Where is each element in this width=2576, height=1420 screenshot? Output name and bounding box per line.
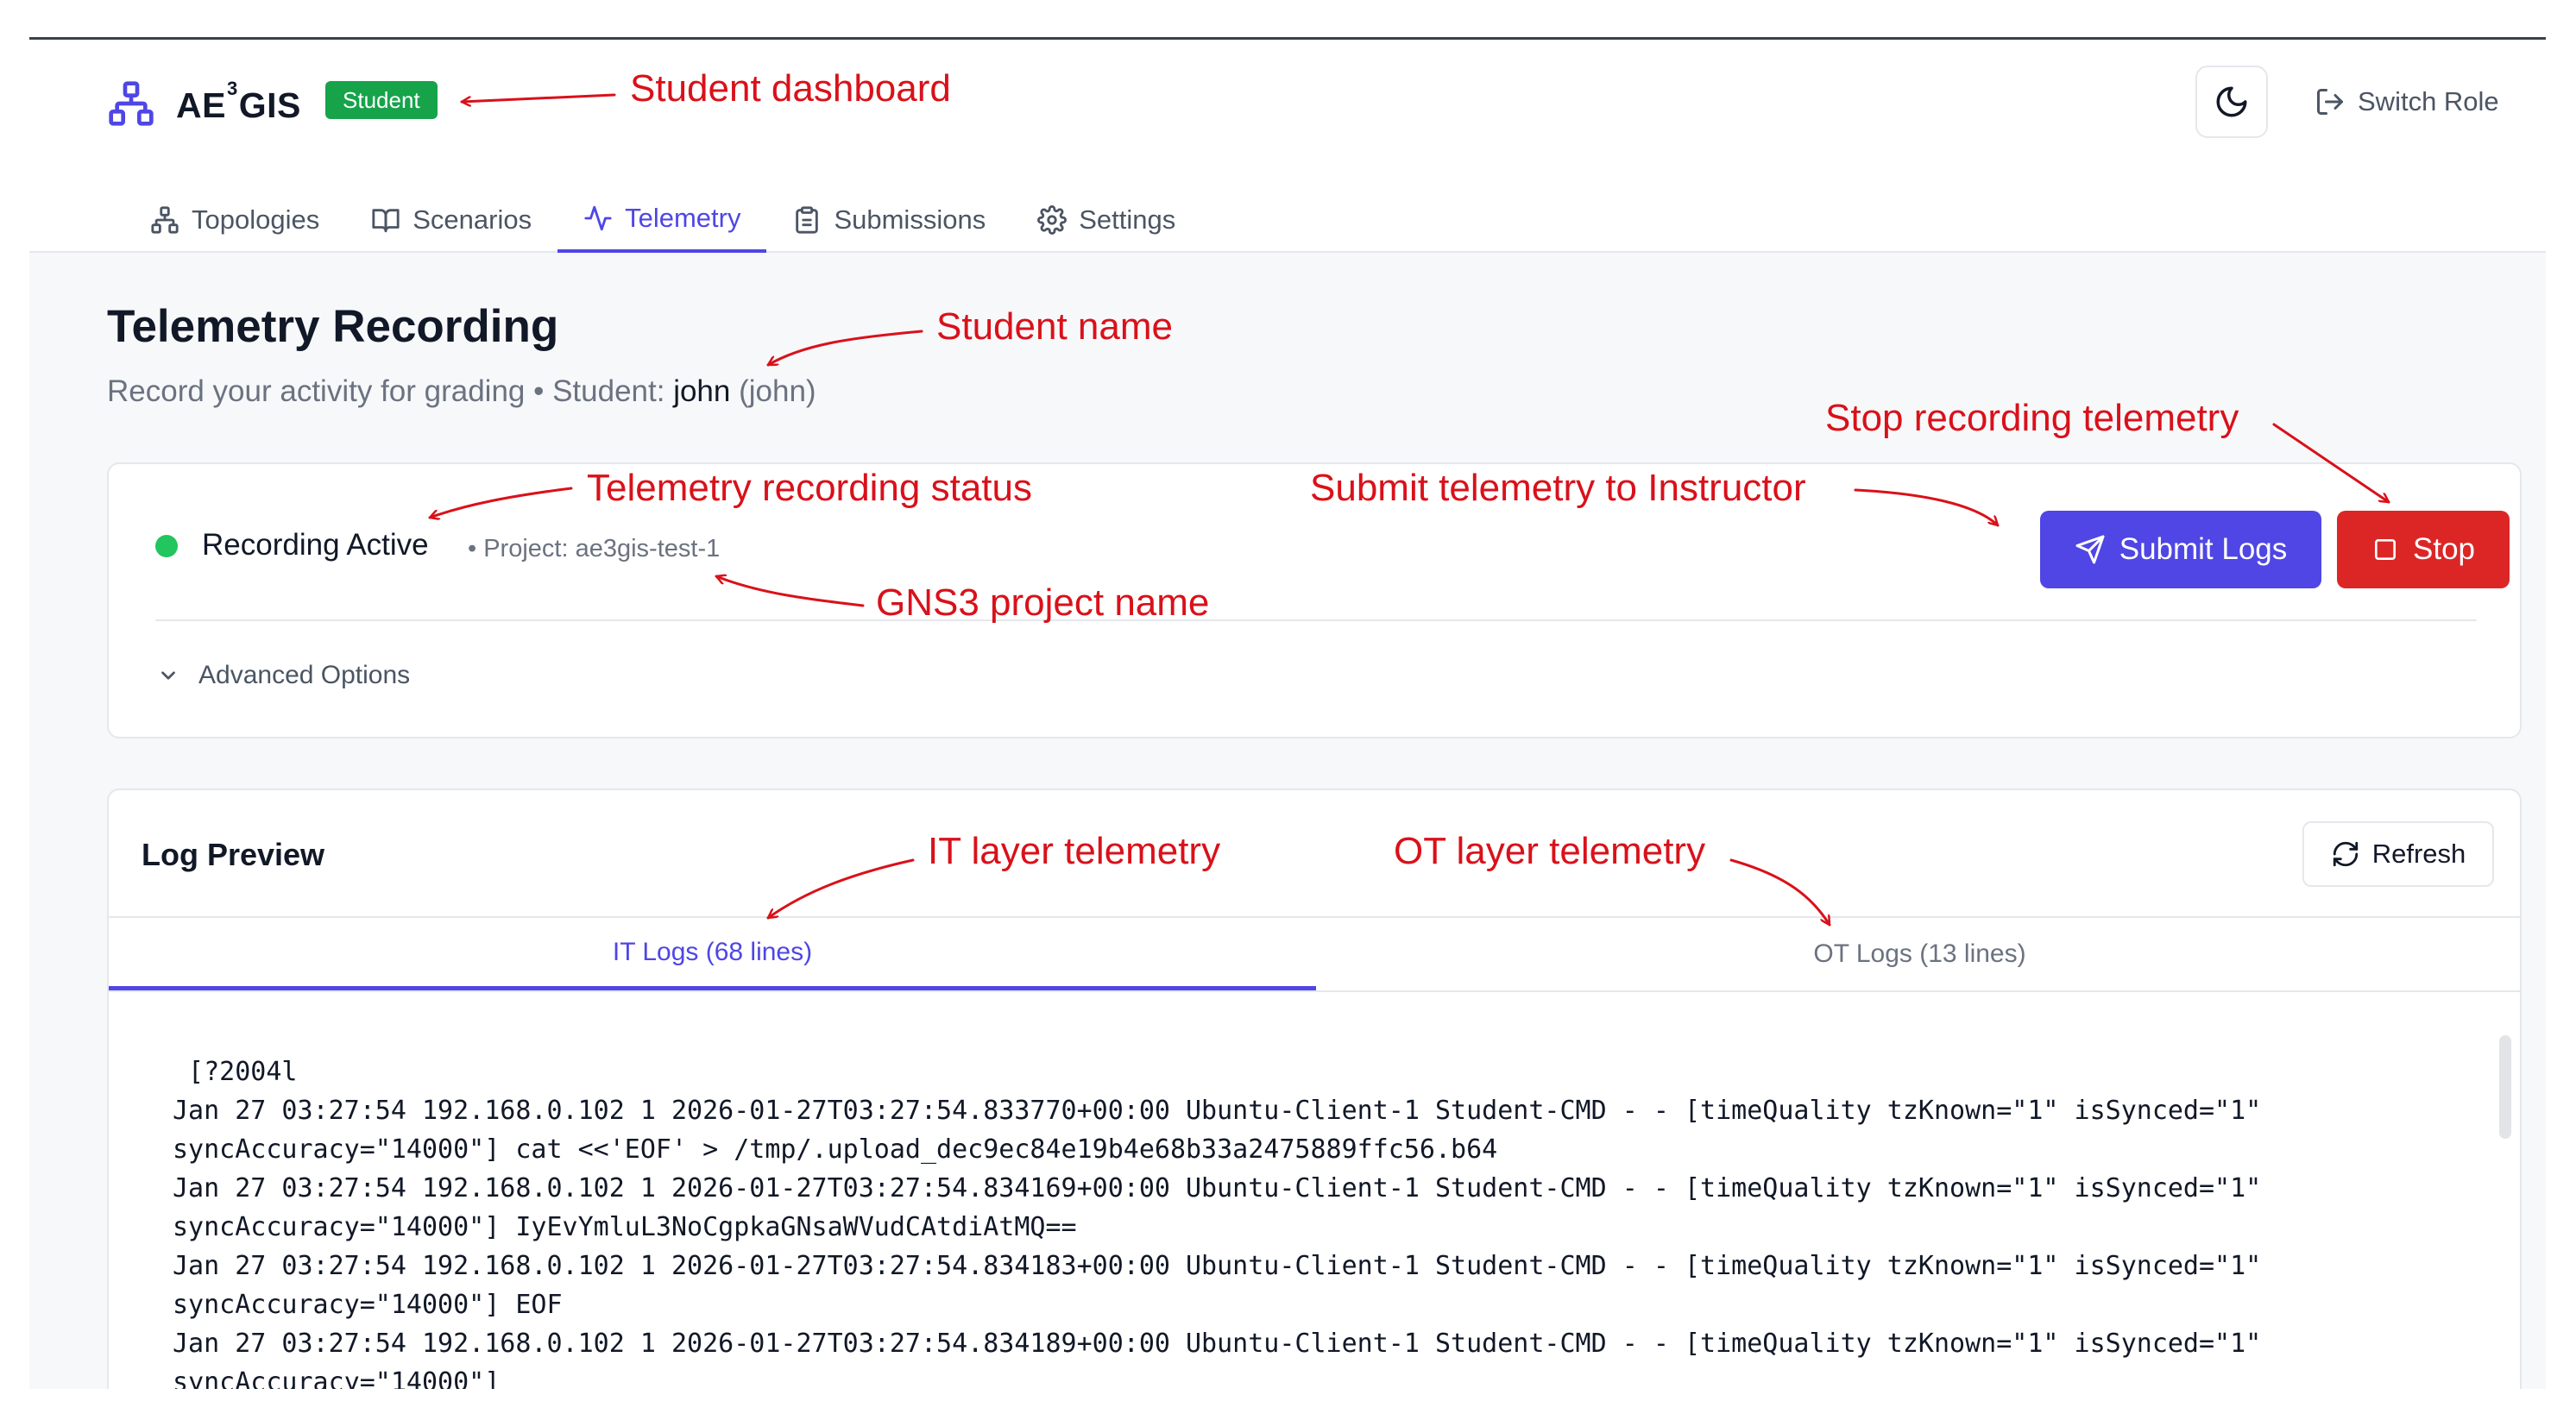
arrow-gns3-project	[716, 576, 865, 607]
arrow-student-name	[768, 330, 923, 367]
arrow-recording-status	[430, 487, 573, 518]
arrow-it-layer	[768, 858, 915, 918]
arrow-ot-layer	[1729, 858, 1831, 925]
annotation-student-name: Student name	[936, 305, 1173, 348]
annotation-arrows	[0, 93, 2576, 1420]
annotation-gns3-project: GNS3 project name	[876, 581, 1210, 624]
annotation-ot-layer: OT layer telemetry	[1394, 830, 1706, 872]
annotation-stop-recording: Stop recording telemetry	[1825, 397, 2239, 439]
annotation-it-layer: IT layer telemetry	[928, 830, 1221, 872]
arrow-student-dashboard	[460, 93, 616, 102]
arrow-submit	[1854, 488, 1998, 525]
annotation-recording-status: Telemetry recording status	[587, 467, 1032, 509]
arrow-stop	[2272, 423, 2389, 504]
annotation-student-dashboard: Student dashboard	[630, 67, 951, 110]
annotation-submit-telemetry: Submit telemetry to Instructor	[1310, 467, 1806, 509]
